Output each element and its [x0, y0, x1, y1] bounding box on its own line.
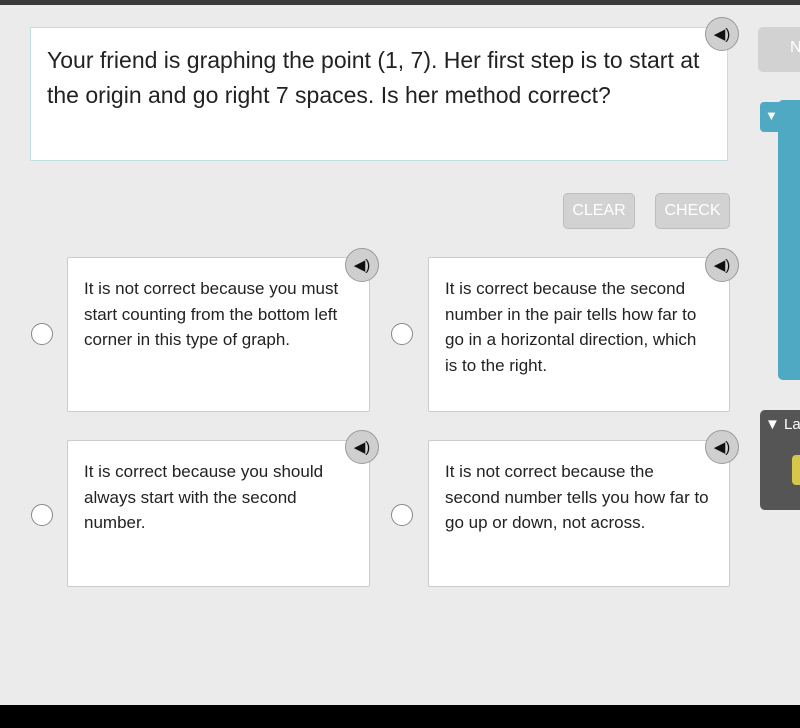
next-button[interactable]: N [758, 27, 800, 72]
question-box: Your friend is graphing the point (1, 7)… [30, 27, 728, 161]
option-text: It is not correct because the second num… [445, 462, 709, 532]
lower-panel-label: ▼ La [765, 416, 800, 433]
radio-option-4[interactable] [391, 504, 413, 526]
speaker-icon[interactable]: ◀) [345, 430, 379, 464]
answer-option-3[interactable]: It is correct because you should always … [67, 440, 370, 587]
radio-option-3[interactable] [31, 504, 53, 526]
side-panel [778, 100, 800, 380]
top-bar [0, 0, 800, 5]
answer-option-4[interactable]: It is not correct because the second num… [428, 440, 730, 587]
check-button[interactable]: CHECK [655, 193, 730, 229]
speaker-icon[interactable]: ◀) [705, 430, 739, 464]
radio-option-2[interactable] [391, 323, 413, 345]
clear-button[interactable]: CLEAR [563, 193, 635, 229]
option-text: It is correct because you should always … [84, 462, 324, 532]
radio-option-1[interactable] [31, 323, 53, 345]
option-text: It is correct because the second number … [445, 279, 697, 375]
speaker-icon[interactable]: ◀) [705, 248, 739, 282]
bottom-bar [0, 705, 800, 728]
speaker-icon[interactable]: ◀) [345, 248, 379, 282]
panel-collapse-toggle[interactable]: ▼ [760, 102, 790, 132]
question-text: Your friend is graphing the point (1, 7)… [47, 47, 700, 108]
answer-option-1[interactable]: It is not correct because you must start… [67, 257, 370, 412]
speaker-icon[interactable]: ◀) [705, 17, 739, 51]
answer-option-2[interactable]: It is correct because the second number … [428, 257, 730, 412]
option-text: It is not correct because you must start… [84, 279, 339, 349]
yellow-button[interactable] [792, 455, 800, 485]
